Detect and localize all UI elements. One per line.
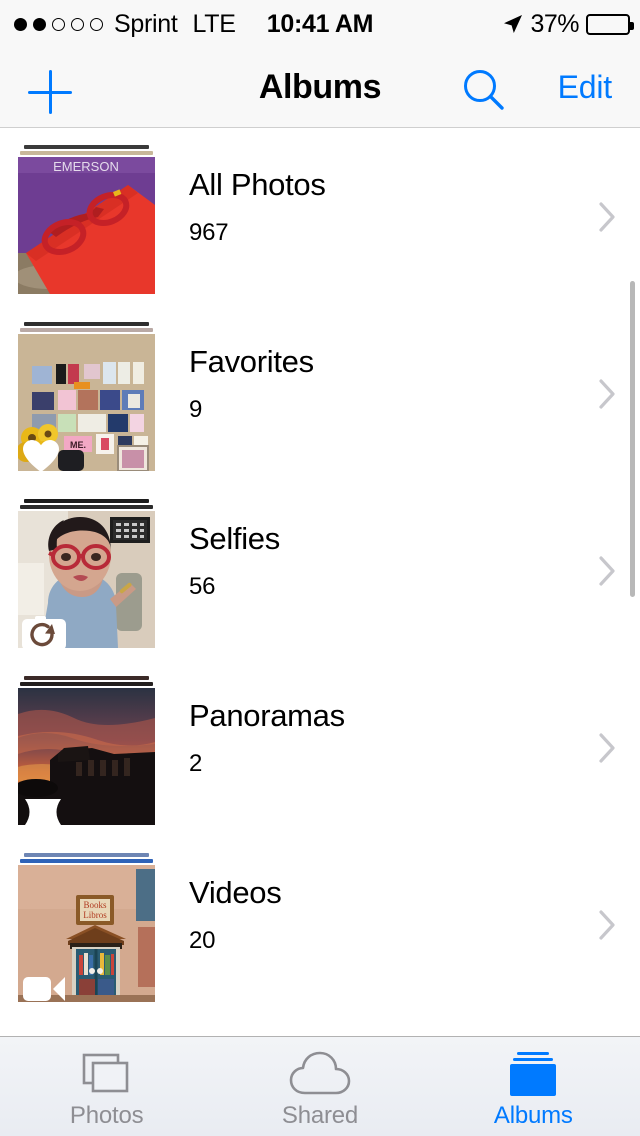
- album-row-all-photos[interactable]: EMERSON All Photos 967: [0, 129, 640, 306]
- vertical-scrollbar[interactable]: [630, 281, 635, 597]
- search-icon: [461, 67, 507, 118]
- battery-percent-label: 37%: [530, 9, 579, 38]
- album-title: Videos: [189, 875, 282, 910]
- stack-strip-back: [24, 499, 149, 503]
- album-row-selfies[interactable]: Selfies 56: [0, 483, 640, 660]
- album-text-panoramas: Panoramas 2: [189, 698, 640, 778]
- tab-bar: Photos Shared Albums: [0, 1036, 640, 1136]
- navigation-bar: Albums Edit: [0, 48, 640, 128]
- tab-photos[interactable]: Photos: [0, 1037, 213, 1136]
- album-row-videos[interactable]: Books Libros Videos 20: [0, 837, 640, 1014]
- album-text-selfies: Selfies 56: [189, 521, 640, 601]
- album-title: Favorites: [189, 344, 314, 379]
- search-button[interactable]: [458, 66, 510, 118]
- album-text-favorites: Favorites 9: [189, 344, 640, 424]
- album-thumbnail-stack: EMERSON: [18, 145, 155, 305]
- tab-label-albums: Albums: [493, 1101, 573, 1129]
- stack-strip-back: [24, 322, 149, 326]
- chevron-right-icon: [599, 556, 616, 586]
- chevron-right-icon: [599, 379, 616, 409]
- album-title: Selfies: [189, 521, 280, 556]
- stack-strip-back: [24, 853, 149, 857]
- album-count: 967: [189, 218, 229, 246]
- stack-strip-back: [24, 145, 149, 149]
- album-row-favorites[interactable]: ME. Favorites 9: [0, 306, 640, 483]
- battery-icon: [586, 13, 634, 35]
- album-count: 56: [189, 572, 216, 600]
- album-row-panoramas[interactable]: Panoramas 2: [0, 660, 640, 837]
- album-text-all-photos: All Photos 967: [189, 167, 640, 247]
- album-thumbnail-stack: [18, 499, 155, 659]
- tab-label-photos: Photos: [69, 1101, 144, 1129]
- album-text-videos: Videos 20: [189, 875, 640, 955]
- location-arrow-icon: [503, 14, 523, 34]
- album-thumbnail-stack: Books Libros: [18, 853, 155, 1013]
- album-thumbnail-stack: [18, 676, 155, 836]
- svg-text:ME.: ME.: [70, 440, 86, 450]
- page-title: Albums: [258, 68, 382, 106]
- album-thumbnail-stack: ME.: [18, 322, 155, 482]
- status-bar: Sprint LTE 10:41 AM 37%: [0, 0, 640, 48]
- edit-button[interactable]: Edit: [546, 48, 624, 127]
- album-title: Panoramas: [189, 698, 345, 733]
- tab-shared[interactable]: Shared: [213, 1037, 426, 1136]
- tab-albums[interactable]: Albums: [427, 1037, 640, 1136]
- video-icon: [22, 974, 66, 1009]
- album-list[interactable]: EMERSON All Photos 967 ME. Favorites 9 S…: [0, 129, 640, 1036]
- status-bar-right: 37%: [503, 0, 634, 48]
- svg-text:EMERSON: EMERSON: [53, 159, 119, 174]
- stack-strip-front: [20, 682, 153, 686]
- chevron-right-icon: [599, 202, 616, 232]
- chevron-right-icon: [599, 733, 616, 763]
- stack-strip-front: [20, 859, 153, 863]
- album-count: 20: [189, 926, 216, 954]
- album-title: All Photos: [189, 167, 326, 202]
- stack-strip-front: [20, 151, 153, 155]
- tab-label-shared: Shared: [281, 1101, 359, 1129]
- album-count: 2: [189, 749, 203, 777]
- svg-text:Books: Books: [83, 900, 107, 910]
- heart-icon: [22, 439, 60, 478]
- album-cover-all-photos: EMERSON: [18, 157, 155, 294]
- cloud-icon: [289, 1048, 351, 1100]
- photos-stack-icon: [81, 1048, 133, 1100]
- front-camera-icon: [22, 616, 66, 655]
- svg-text:Libros: Libros: [83, 910, 107, 920]
- album-count: 9: [189, 395, 203, 423]
- panorama-icon: [22, 797, 64, 832]
- chevron-right-icon: [599, 910, 616, 940]
- albums-icon: [505, 1048, 561, 1100]
- stack-strip-back: [24, 676, 149, 680]
- stack-strip-front: [20, 328, 153, 332]
- clock-label: 10:41 AM: [266, 9, 374, 38]
- stack-strip-front: [20, 505, 153, 509]
